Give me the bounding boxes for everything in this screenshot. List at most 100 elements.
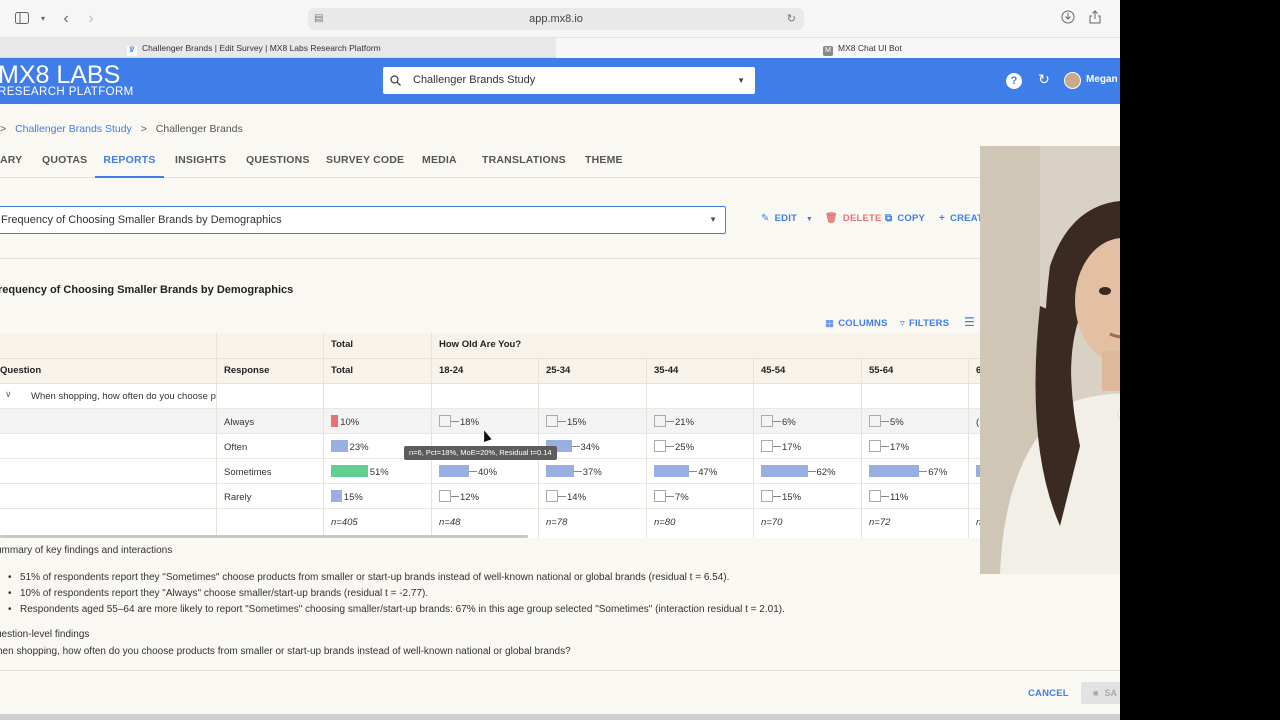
cell-percent: ( [976, 417, 980, 428]
download-icon[interactable] [1059, 10, 1077, 28]
column-divider [216, 333, 217, 538]
cell-percent: 15% [567, 417, 587, 428]
cell-percent: 6% [782, 417, 796, 428]
logo-text[interactable]: MX8 LABS [0, 62, 120, 88]
breadcrumb-study-link[interactable]: Challenger Brands Study [15, 123, 132, 135]
tab-questions[interactable]: QUESTIONS [246, 146, 310, 178]
share-icon[interactable] [1086, 10, 1104, 28]
selected-report: Frequency of Choosing Smaller Brands by … [1, 214, 282, 226]
chevron-down-icon[interactable]: ∨ [5, 389, 12, 400]
divider [0, 670, 1120, 671]
table-row[interactable]: Sometimes 51% 40% 37% 47% 62% 67% [0, 459, 980, 484]
menu-icon[interactable]: ☰ [964, 315, 975, 329]
avatar[interactable] [1064, 72, 1081, 89]
error-whisker [666, 446, 674, 447]
cell-percent: 12% [460, 492, 480, 503]
edit-label: EDIT [774, 213, 798, 224]
cancel-button[interactable]: CANCEL [1028, 688, 1069, 699]
total-bar [331, 490, 342, 502]
column-header-age-45-54[interactable]: 45-54 [753, 359, 785, 384]
columns-button[interactable]: ▦ COLUMNS [825, 318, 888, 329]
table-row[interactable]: Always 10% 18% 15% 21% 6% 5% ( [0, 409, 980, 434]
cell-percent: 18% [460, 417, 480, 428]
total-bar [331, 415, 339, 427]
response-label: Often [224, 442, 248, 453]
columns-icon: ▦ [825, 318, 835, 329]
table-row[interactable]: Rarely 15% 12% 14% 7% 15% 11% [0, 484, 980, 509]
edit-button[interactable]: ✎ EDIT ▼ [761, 213, 813, 224]
chevron-down-icon[interactable]: ▾ [34, 10, 52, 28]
back-arrow-icon[interactable]: ‹ [57, 10, 75, 28]
error-whisker [773, 496, 781, 497]
list-item: Respondents aged 55–64 are more likely t… [8, 602, 785, 618]
column-header-age-35-44[interactable]: 35-44 [646, 359, 678, 384]
report-selector[interactable]: Frequency of Choosing Smaller Brands by … [0, 206, 726, 234]
reload-icon[interactable]: ↻ [787, 8, 796, 30]
plus-icon: + [939, 213, 946, 224]
error-whisker [558, 496, 566, 497]
percent-bar [761, 440, 773, 452]
study-name: Challenger Brands Study [413, 74, 536, 86]
cell-percent: 25% [675, 442, 695, 453]
tab-reports[interactable]: REPORTS [95, 146, 164, 178]
presenter-video-frame [980, 146, 1120, 574]
column-header-age-18-24[interactable]: 18-24 [431, 359, 463, 384]
tab-quotas[interactable]: QUOTAS [42, 146, 87, 178]
error-whisker [666, 496, 674, 497]
address-bar[interactable]: ▤ app.mx8.io ↻ [308, 8, 804, 30]
total-percent: 10% [340, 417, 360, 428]
percent-bar [654, 415, 666, 427]
percent-bar [761, 465, 808, 477]
column-divider [646, 359, 647, 538]
list-item: 51% of respondents report they "Sometime… [8, 570, 785, 586]
filters-label: FILTERS [908, 318, 950, 329]
column-header-age-55-64[interactable]: 55-64 [861, 359, 893, 384]
horizontal-scrollbar[interactable] [0, 535, 528, 538]
loading-spinner-icon: ↻ [1038, 71, 1050, 87]
tab-translations[interactable]: TRANSLATIONS [482, 146, 566, 178]
tab-summary[interactable]: ARY [0, 146, 22, 178]
chevron-down-icon: ▼ [805, 216, 814, 223]
column-header-question[interactable]: Question [0, 359, 41, 384]
error-whisker [571, 446, 580, 447]
column-header-age-25-34[interactable]: 25-34 [538, 359, 570, 384]
forward-arrow-icon[interactable]: › [82, 10, 100, 28]
column-divider [968, 359, 969, 538]
cell-percent: 7% [675, 492, 689, 503]
page-settings-icon[interactable]: ▤ [314, 8, 323, 30]
error-whisker [558, 421, 566, 422]
breadcrumb: > Challenger Brands Study > Challenger B… [0, 123, 243, 135]
column-header-age-65[interactable]: 6 [968, 359, 980, 384]
browser-tab-survey[interactable]: ℣ Challenger Brands | Edit Survey | MX8 L… [0, 38, 555, 58]
error-whisker [469, 471, 477, 472]
delete-button[interactable]: 🗑 DELETE [825, 213, 882, 224]
question-level-text: hen shopping, how often do you choose pr… [0, 646, 571, 657]
browser-tab-bar: ℣ Challenger Brands | Edit Survey | MX8 L… [0, 38, 1120, 58]
tab-survey-code[interactable]: SURVEY CODE [326, 146, 404, 178]
question-row[interactable]: ∨ When shopping, how often do you choose… [0, 384, 980, 409]
cell-percent: 62% [816, 467, 836, 478]
study-selector[interactable]: Challenger Brands Study ▼ [383, 67, 755, 94]
filters-button[interactable]: ▿ FILTERS [900, 318, 949, 329]
user-name[interactable]: Megan [1086, 74, 1118, 85]
copy-button[interactable]: ⧉ COPY [885, 213, 925, 224]
mx8-favicon-icon: ℣ [127, 46, 137, 56]
browser-window: ▾ ‹ › ▤ app.mx8.io ↻ ℣ Challenger Brands … [0, 0, 1120, 720]
cell-percent: 11% [890, 492, 909, 503]
save-button[interactable]: ■ SA [1081, 682, 1120, 704]
column-header-response[interactable]: Response [216, 359, 269, 384]
tab-media[interactable]: MEDIA [422, 146, 457, 178]
tab-theme[interactable]: THEME [585, 146, 623, 178]
create-button[interactable]: + CREAT [939, 213, 983, 224]
question-text: When shopping, how often do you choose p… [31, 391, 216, 402]
cell-percent: 37% [582, 467, 602, 478]
browser-tab-chat-bot[interactable]: M MX8 Chat UI Bot [556, 38, 1120, 58]
summary-heading: ummary of key findings and interactions [0, 545, 173, 556]
cell-percent: 47% [698, 467, 718, 478]
help-icon[interactable]: ? [1006, 73, 1022, 89]
error-whisker [666, 421, 674, 422]
total-bar [331, 440, 348, 452]
tab-insights[interactable]: INSIGHTS [175, 146, 226, 178]
sidebar-toggle-icon[interactable] [13, 10, 31, 28]
column-header-total[interactable]: Total [323, 359, 353, 384]
